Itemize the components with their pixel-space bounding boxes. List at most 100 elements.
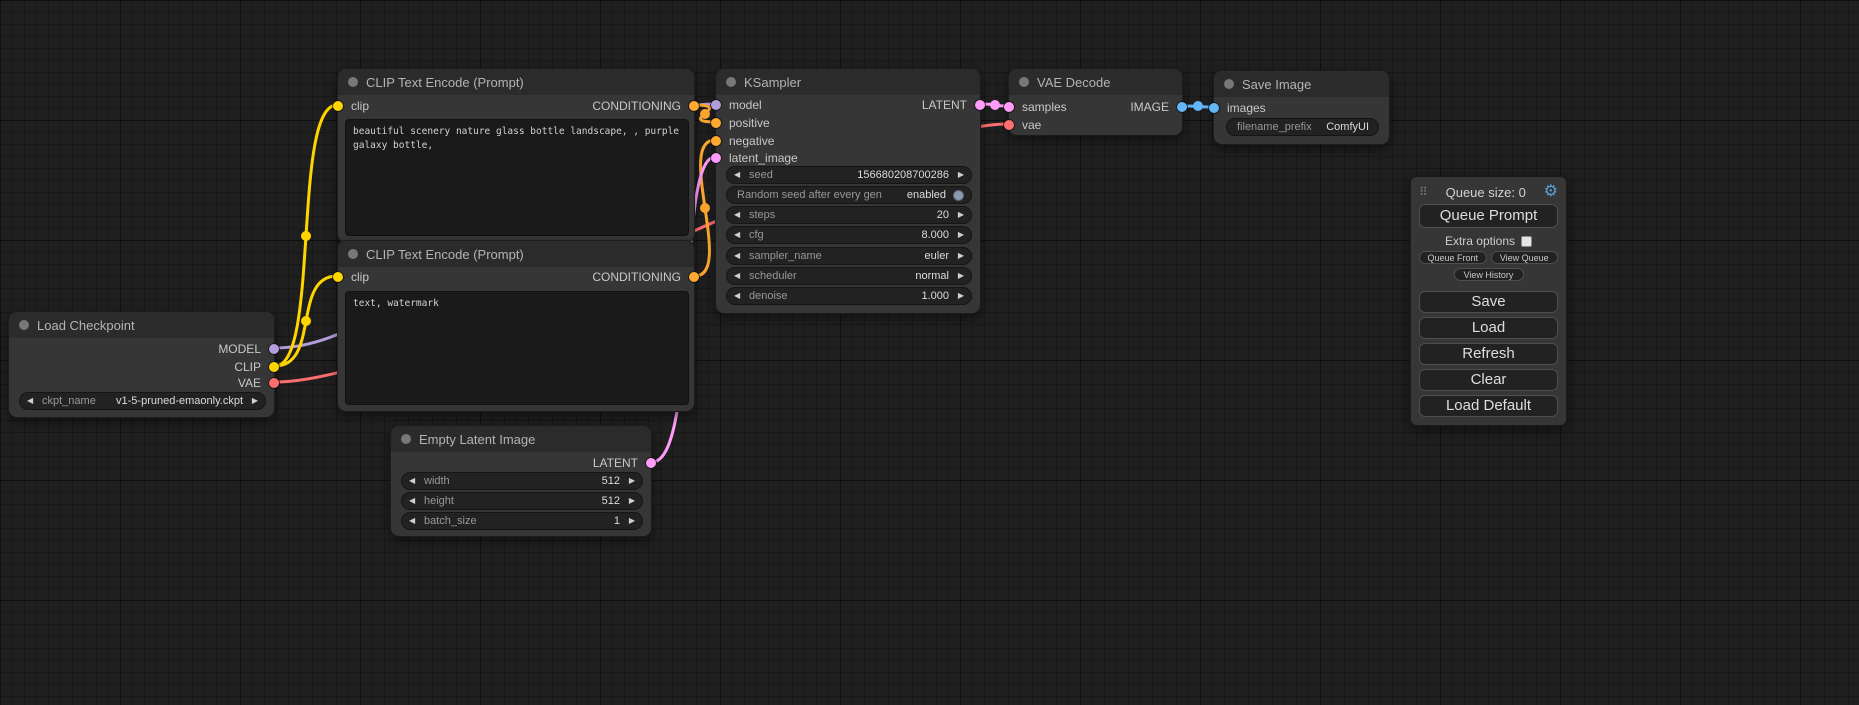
decrement-arrow-icon[interactable] (734, 292, 744, 300)
output-label-latent: LATENT (922, 98, 967, 112)
toggle-knob-icon[interactable] (953, 190, 964, 201)
node-titlebar[interactable]: Empty Latent Image (391, 426, 651, 452)
output-port-image[interactable] (1177, 102, 1187, 112)
widget-value: normal (915, 270, 949, 282)
sampler-name-widget[interactable]: sampler_name euler (726, 247, 972, 265)
increment-arrow-icon[interactable] (625, 517, 635, 525)
steps-widget[interactable]: steps 20 (726, 206, 972, 224)
wire-midpoint-dot (301, 316, 311, 326)
node-titlebar[interactable]: VAE Decode (1009, 69, 1182, 95)
clear-button[interactable]: Clear (1419, 369, 1558, 391)
output-port-model[interactable] (269, 344, 279, 354)
input-port-images[interactable] (1209, 103, 1219, 113)
increment-arrow-icon[interactable] (954, 252, 964, 260)
load-default-button[interactable]: Load Default (1419, 395, 1558, 417)
input-port-vae[interactable] (1004, 120, 1014, 130)
denoise-widget[interactable]: denoise 1.000 (726, 287, 972, 305)
cfg-widget[interactable]: cfg 8.000 (726, 226, 972, 244)
node-status-dot-icon[interactable] (1019, 77, 1029, 87)
settings-gear-icon[interactable] (1544, 184, 1558, 200)
queue-prompt-button[interactable]: Queue Prompt (1419, 204, 1558, 228)
output-port-latent[interactable] (646, 458, 656, 468)
input-port-latent-image[interactable] (711, 153, 721, 163)
input-port-samples[interactable] (1004, 102, 1014, 112)
input-port-model[interactable] (711, 100, 721, 110)
output-label-latent: LATENT (593, 456, 638, 470)
height-widget[interactable]: height 512 (401, 492, 643, 510)
increment-arrow-icon[interactable] (954, 231, 964, 239)
input-label-vae: vae (1022, 118, 1041, 132)
prompt-textarea[interactable]: text, watermark (345, 291, 689, 405)
input-label-model: model (729, 98, 762, 112)
decrement-arrow-icon[interactable] (409, 477, 419, 485)
output-port-latent[interactable] (975, 100, 985, 110)
filename-prefix-widget[interactable]: filename_prefix ComfyUI (1226, 118, 1379, 136)
scheduler-widget[interactable]: scheduler normal (726, 267, 972, 285)
node-titlebar[interactable]: Save Image (1214, 71, 1389, 97)
node-status-dot-icon[interactable] (401, 434, 411, 444)
decrement-arrow-icon[interactable] (734, 211, 744, 219)
view-history-button[interactable]: View History (1454, 268, 1524, 281)
node-title: Save Image (1242, 77, 1311, 92)
view-queue-button[interactable]: View Queue (1491, 251, 1559, 264)
output-port-conditioning[interactable] (689, 272, 699, 282)
widget-value: euler (925, 250, 949, 262)
widget-name: cfg (749, 229, 764, 241)
ckpt-name-widget[interactable]: ckpt_name v1-5-pruned-emaonly.ckpt (19, 392, 266, 410)
node-titlebar[interactable]: CLIP Text Encode (Prompt) (338, 69, 694, 95)
batch-size-widget[interactable]: batch_size 1 (401, 512, 643, 530)
queue-front-button[interactable]: Queue Front (1419, 251, 1487, 264)
node-status-dot-icon[interactable] (726, 77, 736, 87)
wire-midpoint-dot (301, 231, 311, 241)
history-row: View History (1419, 268, 1558, 281)
widget-value: 512 (602, 475, 620, 487)
node-titlebar[interactable]: CLIP Text Encode (Prompt) (338, 241, 694, 267)
node-status-dot-icon[interactable] (348, 249, 358, 259)
input-port-positive[interactable] (711, 118, 721, 128)
decrement-arrow-icon[interactable] (27, 397, 37, 405)
drag-handle-icon[interactable] (1419, 185, 1428, 199)
node-status-dot-icon[interactable] (19, 320, 29, 330)
output-port-conditioning[interactable] (689, 101, 699, 111)
decrement-arrow-icon[interactable] (734, 231, 744, 239)
increment-arrow-icon[interactable] (954, 211, 964, 219)
input-port-clip[interactable] (333, 272, 343, 282)
node-title: Empty Latent Image (419, 432, 535, 447)
decrement-arrow-icon[interactable] (409, 517, 419, 525)
node-titlebar[interactable]: KSampler (716, 69, 980, 95)
decrement-arrow-icon[interactable] (734, 252, 744, 260)
decrement-arrow-icon[interactable] (409, 497, 419, 505)
load-button[interactable]: Load (1419, 317, 1558, 339)
increment-arrow-icon[interactable] (954, 171, 964, 179)
extra-options-checkbox[interactable] (1521, 236, 1532, 247)
node-status-dot-icon[interactable] (1224, 79, 1234, 89)
wire-midpoint-dot (1193, 101, 1203, 111)
input-port-clip[interactable] (333, 101, 343, 111)
increment-arrow-icon[interactable] (954, 292, 964, 300)
input-port-negative[interactable] (711, 136, 721, 146)
increment-arrow-icon[interactable] (954, 272, 964, 280)
width-widget[interactable]: width 512 (401, 472, 643, 490)
decrement-arrow-icon[interactable] (734, 171, 744, 179)
seed-widget[interactable]: seed 156680208700286 (726, 166, 972, 184)
increment-arrow-icon[interactable] (625, 477, 635, 485)
input-label-positive: positive (729, 116, 770, 130)
output-label-conditioning: CONDITIONING (592, 99, 681, 113)
node-titlebar[interactable]: Load Checkpoint (9, 312, 274, 338)
wire-midpoint-dot (990, 100, 1000, 110)
input-label-clip: clip (351, 99, 369, 113)
output-port-vae[interactable] (269, 378, 279, 388)
widget-name: filename_prefix (1237, 121, 1312, 133)
random-seed-toggle-widget[interactable]: Random seed after every gen enabled (726, 186, 972, 204)
input-label-latent-image: latent_image (729, 151, 798, 165)
decrement-arrow-icon[interactable] (734, 272, 744, 280)
widget-value: enabled (907, 189, 946, 201)
increment-arrow-icon[interactable] (248, 397, 258, 405)
increment-arrow-icon[interactable] (625, 497, 635, 505)
node-status-dot-icon[interactable] (348, 77, 358, 87)
prompt-textarea[interactable]: beautiful scenery nature glass bottle la… (345, 119, 689, 236)
output-port-clip[interactable] (269, 362, 279, 372)
refresh-button[interactable]: Refresh (1419, 343, 1558, 365)
menu-header: Queue size: 0 (1419, 182, 1558, 202)
save-button[interactable]: Save (1419, 291, 1558, 313)
